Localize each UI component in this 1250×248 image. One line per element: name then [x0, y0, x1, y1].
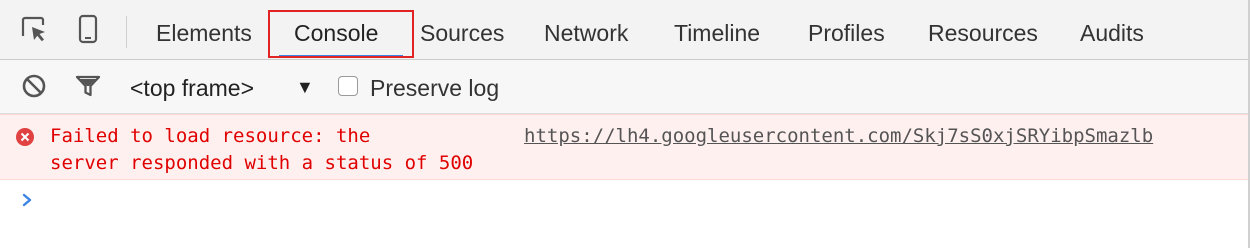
frame-selector[interactable]: <top frame>: [130, 60, 254, 114]
prompt-chevron-icon: [20, 188, 36, 212]
error-message-text: Failed to load resource: the server resp…: [50, 125, 474, 174]
tab-timeline[interactable]: Timeline: [674, 0, 760, 59]
device-mode-button[interactable]: [70, 14, 106, 48]
clear-console-icon: [21, 73, 47, 104]
console-toolbar: <top frame> ▼ Preserve log: [0, 60, 1248, 114]
filter-icon: [75, 74, 101, 103]
tab-resources[interactable]: Resources: [928, 0, 1038, 59]
console-error-message: Failed to load resource: the server resp…: [0, 114, 1248, 180]
tab-audits[interactable]: Audits: [1080, 0, 1144, 59]
devtools-window: Elements Console Sources Network Timelin…: [0, 0, 1250, 248]
tab-profiles[interactable]: Profiles: [808, 0, 885, 59]
tab-console[interactable]: Console: [294, 0, 378, 59]
error-icon: [16, 128, 34, 146]
tab-sources[interactable]: Sources: [420, 0, 504, 59]
inspect-element-button[interactable]: [16, 14, 52, 48]
tab-network[interactable]: Network: [544, 0, 628, 59]
preserve-log-checkbox[interactable]: [338, 76, 358, 96]
active-tab-indicator: [279, 55, 403, 58]
inspect-element-icon: [20, 15, 48, 48]
frame-selector-arrow-icon[interactable]: ▼: [296, 60, 314, 114]
tab-elements[interactable]: Elements: [156, 0, 252, 59]
error-source-link[interactable]: https://lh4.googleusercontent.com/Skj7sS…: [524, 123, 1248, 150]
device-mode-icon: [77, 14, 99, 49]
console-prompt[interactable]: [0, 180, 1248, 220]
filter-button[interactable]: [74, 74, 102, 102]
clear-console-button[interactable]: [20, 74, 48, 102]
preserve-log-label[interactable]: Preserve log: [370, 60, 499, 114]
toolbar-divider: [126, 16, 127, 48]
devtools-tabbar: Elements Console Sources Network Timelin…: [0, 0, 1248, 60]
